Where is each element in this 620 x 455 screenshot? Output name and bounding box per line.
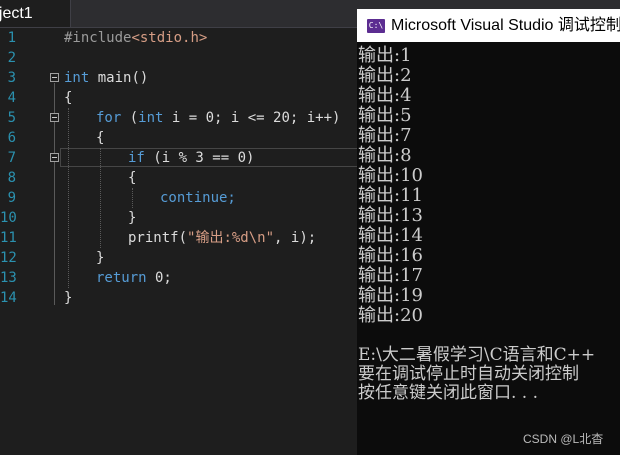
console-title: Microsoft Visual Studio 调试控制 bbox=[391, 17, 620, 34]
output-line: 输出:4 bbox=[358, 85, 412, 106]
code-text: int main() bbox=[64, 70, 149, 86]
output-line: 输出:7 bbox=[358, 125, 412, 146]
line-number: 7 bbox=[7, 150, 16, 166]
console-output: 输出:1 输出:2 输出:4 输出:5 输出:7 输出:8 输出:10 输出:1… bbox=[357, 46, 620, 403]
output-line: 输出:19 bbox=[358, 285, 423, 306]
code-text: } bbox=[64, 290, 73, 306]
line-number: 13 bbox=[0, 270, 17, 286]
console-app-icon: C:\ bbox=[367, 19, 385, 33]
console-titlebar[interactable]: C:\ Microsoft Visual Studio 调试控制 bbox=[357, 9, 620, 42]
code-text: if (i % 3 == 0) bbox=[128, 150, 255, 166]
watermark: CSDN @L北杳 bbox=[523, 432, 604, 446]
line-number: 1 bbox=[7, 30, 16, 46]
line-number: 3 bbox=[7, 70, 16, 86]
line-number: 6 bbox=[7, 130, 16, 146]
line-number: 10 bbox=[0, 210, 17, 226]
code-text: } bbox=[96, 250, 105, 266]
line-number: 9 bbox=[7, 190, 16, 206]
code-text: } bbox=[128, 210, 137, 226]
line-number: 4 bbox=[7, 90, 16, 106]
code-text: { bbox=[128, 170, 137, 186]
line-number: 11 bbox=[0, 230, 17, 246]
code-text: { bbox=[64, 90, 73, 106]
output-line: 输出:17 bbox=[358, 265, 423, 286]
output-line: 输出:5 bbox=[358, 105, 412, 126]
line-number: 2 bbox=[7, 50, 16, 66]
output-line: 输出:10 bbox=[358, 165, 423, 186]
tab-label: oject1 bbox=[0, 5, 33, 22]
output-line: 输出:16 bbox=[358, 245, 423, 266]
tab-project1[interactable]: oject1 bbox=[0, 0, 71, 27]
line-number: 12 bbox=[0, 250, 17, 266]
code-text: #include<stdio.h> bbox=[64, 30, 208, 46]
console-info-line: 要在调试停止时自动关闭控制 bbox=[358, 364, 579, 384]
line-number: 8 bbox=[7, 170, 16, 186]
console-info-line: 按任意键关闭此窗口. . . bbox=[358, 383, 539, 403]
code-text: for (int i = 0; i <= 20; i++) bbox=[96, 110, 341, 126]
output-line: 输出:14 bbox=[358, 225, 423, 246]
code-text: { bbox=[96, 130, 105, 146]
console-info-line: E:\大二暑假学习\C语言和C++ bbox=[358, 345, 596, 365]
debug-console-window[interactable]: C:\ Microsoft Visual Studio 调试控制 输出:1 输出… bbox=[357, 9, 620, 455]
code-text: return 0; bbox=[96, 270, 172, 286]
line-number: 14 bbox=[0, 290, 17, 306]
output-line: 输出:13 bbox=[358, 205, 423, 226]
output-line: 输出:8 bbox=[358, 145, 412, 166]
output-line: 输出:20 bbox=[358, 305, 423, 326]
output-line: 输出:1 bbox=[358, 45, 412, 66]
output-line: 输出:11 bbox=[358, 185, 423, 206]
output-line: 输出:2 bbox=[358, 65, 412, 86]
line-number: 5 bbox=[7, 110, 16, 126]
code-text: printf("输出:%d\n", i); bbox=[128, 230, 317, 246]
code-text: continue; bbox=[160, 190, 236, 206]
